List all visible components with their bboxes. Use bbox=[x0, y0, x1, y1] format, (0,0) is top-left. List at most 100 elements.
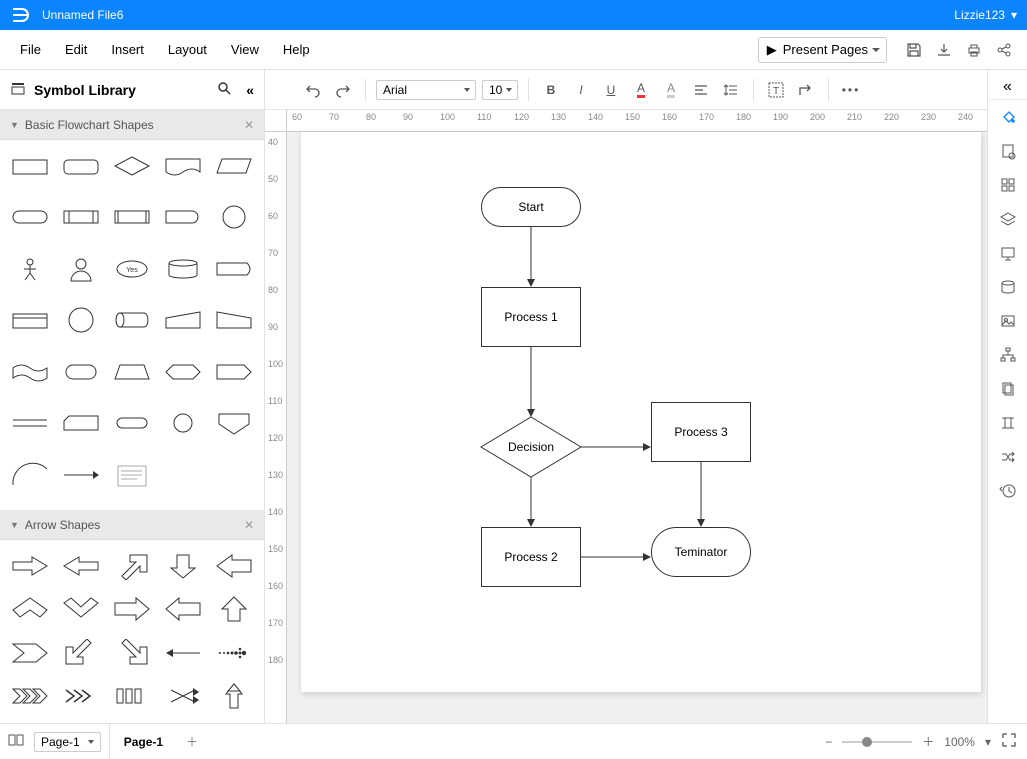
shape-delay[interactable] bbox=[158, 199, 207, 235]
menu-help[interactable]: Help bbox=[271, 42, 322, 57]
flowchart-node-p2[interactable]: Process 2 bbox=[481, 527, 581, 587]
menu-view[interactable]: View bbox=[219, 42, 271, 57]
font-color-icon[interactable]: A bbox=[629, 78, 653, 102]
shape-arrow-right[interactable] bbox=[6, 548, 55, 584]
shape-user[interactable] bbox=[57, 251, 106, 287]
bold-icon[interactable]: B bbox=[539, 78, 563, 102]
shape-cylinder-side[interactable] bbox=[108, 302, 157, 338]
fullscreen-icon[interactable] bbox=[1001, 732, 1017, 751]
text-tool-icon[interactable]: T bbox=[764, 78, 788, 102]
shape-yes-oval[interactable]: Yes bbox=[108, 251, 157, 287]
shape-arrow-dotted[interactable] bbox=[209, 635, 258, 671]
shape-note[interactable] bbox=[108, 457, 157, 493]
image-tool-icon[interactable] bbox=[994, 304, 1022, 338]
close-icon[interactable]: ✕ bbox=[244, 118, 254, 132]
shape-pentagon[interactable] bbox=[209, 354, 258, 390]
collapse-icon[interactable]: « bbox=[246, 82, 254, 98]
underline-icon[interactable]: U bbox=[599, 78, 623, 102]
canvas-paper[interactable]: StartProcess 1DecisionProcess 2Process 3… bbox=[301, 132, 981, 692]
user-menu[interactable]: Lizzie123 ▾ bbox=[954, 8, 1017, 22]
shape-arrow-left-line[interactable] bbox=[158, 635, 207, 671]
menu-edit[interactable]: Edit bbox=[53, 42, 99, 57]
highlight-icon[interactable]: A bbox=[659, 78, 683, 102]
line-spacing-icon[interactable] bbox=[719, 78, 743, 102]
shape-arrow-left-fat[interactable] bbox=[158, 591, 207, 627]
shape-card[interactable] bbox=[6, 302, 55, 338]
shape-arrow-sw[interactable] bbox=[57, 635, 106, 671]
shape-rounded-rect[interactable] bbox=[57, 148, 106, 184]
fontsize-select[interactable]: 10 bbox=[482, 80, 518, 100]
shape-display[interactable] bbox=[209, 251, 258, 287]
shape-cut-rect[interactable] bbox=[57, 405, 106, 441]
shape-chevron-triple[interactable] bbox=[6, 678, 55, 714]
flowchart-node-term[interactable]: Teminator bbox=[651, 527, 751, 577]
clipboard-tool-icon[interactable] bbox=[994, 372, 1022, 406]
align-icon[interactable] bbox=[689, 78, 713, 102]
shape-pill2[interactable] bbox=[108, 405, 157, 441]
history-tool-icon[interactable] bbox=[994, 474, 1022, 508]
present-tool-icon[interactable] bbox=[994, 236, 1022, 270]
shape-arrow-up[interactable] bbox=[209, 591, 258, 627]
shape-shield[interactable] bbox=[209, 405, 258, 441]
shape-diamond[interactable] bbox=[108, 148, 157, 184]
present-pages-button[interactable]: ▶ Present Pages bbox=[758, 37, 887, 63]
shape-circle2[interactable] bbox=[57, 302, 106, 338]
shape-circle-sm[interactable] bbox=[158, 405, 207, 441]
layers-tool-icon[interactable] bbox=[994, 202, 1022, 236]
shape-tape[interactable] bbox=[6, 354, 55, 390]
shape-arrow-line[interactable] bbox=[57, 457, 106, 493]
category-basic-flowchart[interactable]: ▼ Basic Flowchart Shapes ✕ bbox=[0, 110, 264, 140]
canvas-viewport[interactable]: 6070809010011012013014015016017018019020… bbox=[265, 110, 987, 723]
grid-tool-icon[interactable] bbox=[994, 168, 1022, 202]
menu-insert[interactable]: Insert bbox=[99, 42, 156, 57]
zoom-dropdown-icon[interactable]: ▾ bbox=[985, 735, 991, 749]
flowchart-node-p3[interactable]: Process 3 bbox=[651, 402, 751, 462]
page-tool-icon[interactable] bbox=[994, 134, 1022, 168]
shape-stadium[interactable] bbox=[57, 354, 106, 390]
zoom-in-button[interactable]: ＋ bbox=[922, 733, 934, 750]
shape-manual-input2[interactable] bbox=[209, 302, 258, 338]
shape-subroutine[interactable] bbox=[57, 199, 106, 235]
shape-arrow-ne[interactable] bbox=[108, 548, 157, 584]
menu-file[interactable]: File bbox=[8, 42, 53, 57]
shape-circle[interactable] bbox=[209, 199, 258, 235]
close-icon[interactable]: ✕ bbox=[244, 518, 254, 532]
font-select[interactable]: Arial bbox=[376, 80, 476, 100]
shape-doubleline[interactable] bbox=[6, 405, 55, 441]
shape-arrow-cross[interactable] bbox=[158, 678, 207, 714]
category-arrow-shapes[interactable]: ▼ Arrow Shapes ✕ bbox=[0, 510, 264, 540]
shape-rectangle[interactable] bbox=[6, 148, 55, 184]
zoom-out-button[interactable]: − bbox=[825, 735, 832, 749]
fill-tool-icon[interactable] bbox=[994, 100, 1022, 134]
shape-manual-input[interactable] bbox=[158, 302, 207, 338]
redo-icon[interactable] bbox=[331, 78, 355, 102]
search-icon[interactable] bbox=[216, 80, 232, 99]
shape-chevron-lines[interactable] bbox=[57, 678, 106, 714]
connector-icon[interactable] bbox=[794, 78, 818, 102]
shape-chevron-right[interactable] bbox=[6, 635, 55, 671]
shuffle-tool-icon[interactable] bbox=[994, 440, 1022, 474]
flowchart-node-start[interactable]: Start bbox=[481, 187, 581, 227]
pages-icon[interactable] bbox=[8, 733, 26, 750]
shape-arrow-se[interactable] bbox=[108, 635, 157, 671]
more-icon[interactable]: ••• bbox=[839, 78, 863, 102]
shape-cylinder[interactable] bbox=[158, 251, 207, 287]
page-tab-1[interactable]: Page-1 bbox=[110, 724, 177, 759]
shape-chevron-up[interactable] bbox=[6, 591, 55, 627]
shape-chevron-down[interactable] bbox=[57, 591, 106, 627]
shape-arrow-down[interactable] bbox=[158, 548, 207, 584]
add-page-button[interactable]: ＋ bbox=[177, 733, 207, 750]
flowchart-node-p1[interactable]: Process 1 bbox=[481, 287, 581, 347]
shape-subroutine2[interactable] bbox=[108, 199, 157, 235]
print-icon[interactable] bbox=[965, 41, 983, 59]
shape-arrow-right-fat[interactable] bbox=[108, 591, 157, 627]
expand-panel-icon[interactable]: « bbox=[988, 74, 1027, 100]
zoom-slider[interactable] bbox=[842, 741, 912, 743]
shape-trapezoid[interactable] bbox=[108, 354, 157, 390]
italic-icon[interactable]: I bbox=[569, 78, 593, 102]
hierarchy-tool-icon[interactable] bbox=[994, 338, 1022, 372]
shape-arrow-left2[interactable] bbox=[209, 548, 258, 584]
undo-icon[interactable] bbox=[301, 78, 325, 102]
download-icon[interactable] bbox=[935, 41, 953, 59]
page-select[interactable]: Page-1 bbox=[34, 732, 101, 752]
